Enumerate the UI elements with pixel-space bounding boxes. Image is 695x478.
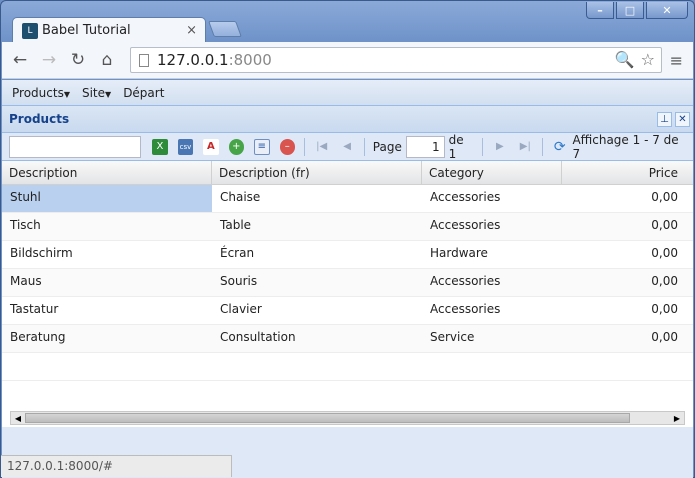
table-row[interactable]: Tastatur Clavier Accessories 0,00 <box>2 297 693 325</box>
app-menu-bar: Products▼ Site▼ Départ <box>2 80 693 106</box>
page-content: Products▼ Site▼ Départ Products ⊥ ✕ X cs… <box>2 80 693 478</box>
table-cell[interactable]: 0,00 <box>562 269 684 296</box>
table-cell[interactable]: Souris <box>212 269 422 296</box>
table-cell[interactable]: Table <box>212 213 422 240</box>
status-bar: 127.0.0.1:8000/# <box>1 455 232 477</box>
tab-title: Babel Tutorial <box>42 23 131 38</box>
tab-close-icon[interactable]: × <box>186 23 197 38</box>
home-icon[interactable]: ⌂ <box>96 49 118 71</box>
first-page-icon[interactable]: |◀ <box>314 139 329 155</box>
table-cell[interactable]: Accessories <box>422 213 562 240</box>
table-cell[interactable]: Accessories <box>422 269 562 296</box>
browser-window: – □ ✕ L Babel Tutorial × ← → ↻ ⌂ 127.0.0… <box>0 0 695 478</box>
chevron-down-icon: ▼ <box>63 89 70 99</box>
table-cell[interactable]: Maus <box>2 269 212 296</box>
table-cell[interactable]: Beratung <box>2 325 212 352</box>
last-page-icon[interactable]: ▶| <box>518 139 533 155</box>
pdf-export-icon[interactable]: A <box>203 138 219 155</box>
separator <box>482 137 484 156</box>
refresh-icon[interactable]: ⟳ <box>552 139 567 155</box>
table-cell[interactable]: Service <box>422 325 562 352</box>
grid-header: Description Description (fr) Category Pr… <box>2 161 693 185</box>
menu-products[interactable]: Products▼ <box>12 86 70 100</box>
column-header-category[interactable]: Category <box>422 161 562 184</box>
window-controls: – □ ✕ <box>586 2 688 19</box>
horizontal-scrollbar[interactable]: ◀ ▶ <box>10 411 685 425</box>
table-cell[interactable]: Clavier <box>212 297 422 324</box>
paging-info: Affichage 1 - 7 de 7 <box>572 132 679 161</box>
bookmark-star-icon[interactable]: ☆ <box>641 50 655 69</box>
edit-form-icon[interactable]: ≡ <box>254 138 270 155</box>
reload-icon[interactable]: ↻ <box>67 49 89 71</box>
url-port: :8000 <box>228 51 272 69</box>
page-number-input[interactable]: 1 <box>405 135 445 158</box>
close-icon[interactable]: ✕ <box>675 111 690 127</box>
browser-tab[interactable]: L Babel Tutorial × <box>12 17 206 43</box>
separator <box>542 137 543 156</box>
zoom-icon[interactable]: 🔍 <box>615 50 635 69</box>
panel-title: Products <box>9 112 70 126</box>
table-cell[interactable]: Accessories <box>422 185 562 212</box>
table-cell[interactable]: Consultation <box>212 325 422 352</box>
scroll-left-icon[interactable]: ◀ <box>11 412 25 424</box>
table-cell[interactable]: Hardware <box>422 241 562 268</box>
chevron-down-icon: ▼ <box>105 89 112 99</box>
next-page-icon[interactable]: ▶ <box>492 139 507 155</box>
table-cell[interactable]: 0,00 <box>562 213 684 240</box>
close-window-button[interactable]: ✕ <box>646 2 688 19</box>
csv-export-icon[interactable]: csv <box>177 138 194 155</box>
prev-page-icon[interactable]: ◀ <box>339 139 354 155</box>
table-cell[interactable]: Stuhl <box>2 185 212 212</box>
column-header-description[interactable]: Description <box>2 161 212 184</box>
table-cell[interactable]: Tastatur <box>2 297 212 324</box>
table-cell[interactable]: Accessories <box>422 297 562 324</box>
products-grid: Description Description (fr) Category Pr… <box>2 161 693 427</box>
new-tab-button[interactable] <box>208 21 242 37</box>
table-row[interactable]: Tisch Table Accessories 0,00 <box>2 213 693 241</box>
table-cell[interactable]: 0,00 <box>562 185 684 212</box>
table-cell[interactable]: Chaise <box>212 185 422 212</box>
page-icon <box>139 53 149 67</box>
excel-export-icon[interactable]: X <box>152 138 168 155</box>
table-row[interactable]: Maus Souris Accessories 0,00 <box>2 269 693 297</box>
table-cell[interactable]: Bildschirm <box>2 241 212 268</box>
address-bar[interactable]: 127.0.0.1 :8000 🔍 ☆ <box>130 47 662 73</box>
panel-header: Products ⊥ ✕ <box>2 106 693 133</box>
page-label: Page <box>372 139 402 154</box>
table-cell[interactable]: 0,00 <box>562 241 684 268</box>
minimize-button[interactable]: – <box>586 2 614 19</box>
grid-body: Stuhl Chaise Accessories 0,00 Tisch Table Acce… <box>2 185 693 381</box>
column-header-price[interactable]: Price <box>562 161 684 184</box>
grid-toolbar: X csv A + ≡ – |◀ ◀ Page 1 de 1 ▶ ▶| ⟳ Af… <box>2 133 693 161</box>
delete-icon[interactable]: – <box>279 138 295 155</box>
table-cell[interactable]: Tisch <box>2 213 212 240</box>
pin-icon[interactable]: ⊥ <box>657 111 672 127</box>
table-row[interactable]: Stuhl Chaise Accessories 0,00 <box>2 185 693 213</box>
table-cell[interactable]: Écran <box>212 241 422 268</box>
separator <box>363 137 365 156</box>
menu-site[interactable]: Site▼ <box>82 86 111 100</box>
search-input[interactable] <box>9 135 142 158</box>
table-cell[interactable]: 0,00 <box>562 297 684 324</box>
empty-row <box>2 353 693 381</box>
babel-favicon-icon: L <box>22 22 38 39</box>
separator <box>303 137 305 156</box>
menu-depart[interactable]: Départ <box>123 86 164 100</box>
column-header-description-fr[interactable]: Description (fr) <box>212 161 422 184</box>
table-row[interactable]: Beratung Consultation Service 0,00 <box>2 325 693 353</box>
url-host: 127.0.0.1 <box>157 51 229 69</box>
chrome-menu-icon[interactable]: ≡ <box>670 51 683 70</box>
forward-arrow-icon[interactable]: → <box>38 49 60 71</box>
table-cell[interactable]: 0,00 <box>562 325 684 352</box>
maximize-button[interactable]: □ <box>616 2 644 19</box>
add-icon[interactable]: + <box>228 138 245 155</box>
scroll-right-icon[interactable]: ▶ <box>670 412 684 424</box>
table-row[interactable]: Bildschirm Écran Hardware 0,00 <box>2 241 693 269</box>
scrollbar-thumb[interactable] <box>25 413 630 423</box>
page-count-label: de 1 <box>448 132 464 161</box>
back-arrow-icon[interactable]: ← <box>9 49 31 71</box>
browser-toolbar: ← → ↻ ⌂ 127.0.0.1 :8000 🔍 ☆ ≡ <box>2 42 693 79</box>
